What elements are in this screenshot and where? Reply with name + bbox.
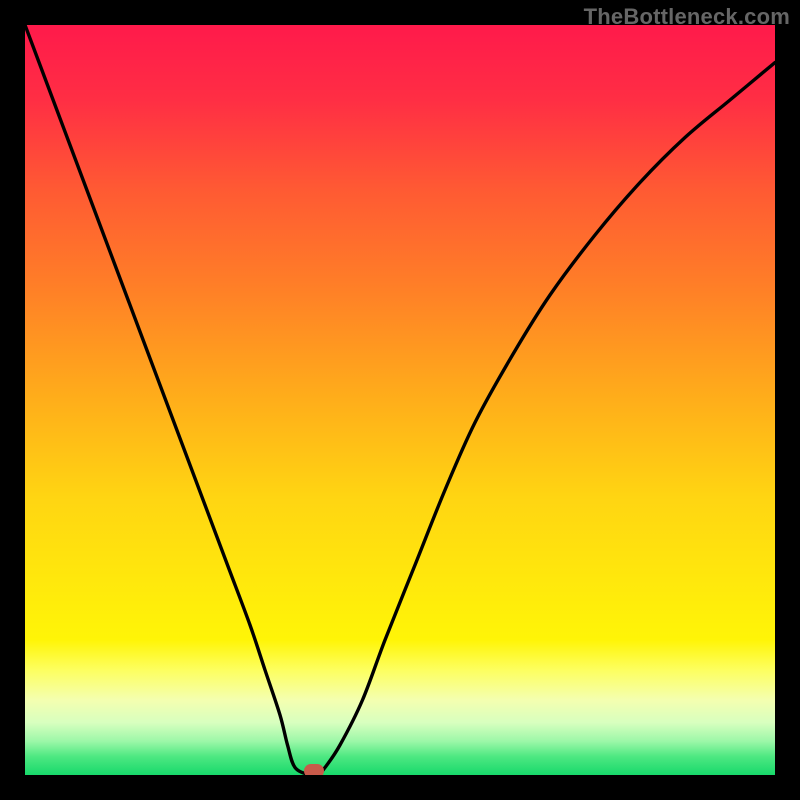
watermark-text: TheBottleneck.com [584, 4, 790, 30]
plot-area [25, 25, 775, 775]
bottleneck-curve [25, 25, 775, 775]
optimal-point-marker [304, 764, 324, 775]
chart-frame: TheBottleneck.com [0, 0, 800, 800]
